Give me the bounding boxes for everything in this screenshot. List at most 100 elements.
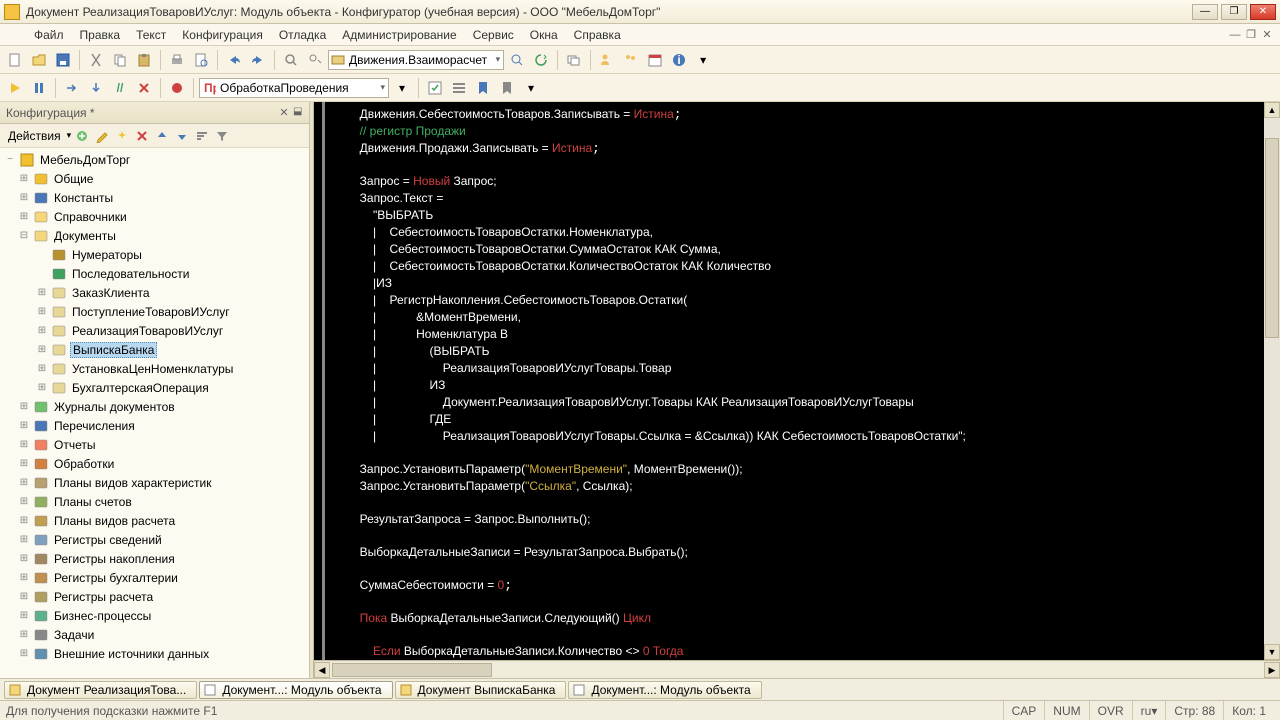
tree-item[interactable]: Последовательности [0, 264, 309, 283]
tree-filter-button[interactable] [213, 127, 231, 145]
tree-item[interactable]: ⊞Общие [0, 169, 309, 188]
tree-item[interactable]: ⊞Задачи [0, 625, 309, 644]
pause-debug-button[interactable] [28, 77, 50, 99]
tree-moveup-button[interactable] [153, 127, 171, 145]
calendar-button[interactable] [644, 49, 666, 71]
tree-item[interactable]: ⊞Внешние источники данных [0, 644, 309, 663]
tree-item[interactable]: ⊞ПоступлениеТоваровИУслуг [0, 302, 309, 321]
window-tab-1[interactable]: Документ РеализацияТова... [4, 681, 197, 699]
tree-item[interactable]: ⊞Регистры сведений [0, 530, 309, 549]
child-restore-button[interactable]: ❐ [1244, 28, 1258, 42]
sidebar-pin-button[interactable]: ⬓ [293, 106, 307, 120]
config-tree[interactable]: −МебельДомТорг⊞Общие⊞Константы⊞Справочни… [0, 148, 309, 678]
tree-edit-button[interactable] [93, 127, 111, 145]
menu-debug[interactable]: Отладка [271, 25, 334, 45]
new-file-button[interactable] [4, 49, 26, 71]
delete-breakpoint-button[interactable] [133, 77, 155, 99]
windows-button[interactable] [563, 49, 585, 71]
status-lang[interactable]: ru ▾ [1132, 701, 1166, 720]
tree-sort-button[interactable] [193, 127, 211, 145]
tree-item[interactable]: ⊞Планы видов расчета [0, 511, 309, 530]
tree-item[interactable]: ⊞УстановкаЦенНоменклатуры [0, 359, 309, 378]
tree-item[interactable]: ⊞Бизнес-процессы [0, 606, 309, 625]
hscroll-thumb[interactable] [332, 663, 492, 677]
scroll-up-arrow[interactable]: ▲ [1264, 102, 1280, 118]
bookmark-button[interactable] [472, 77, 494, 99]
window-tab-4[interactable]: Документ...: Модуль объекта [568, 681, 761, 699]
tree-item[interactable]: ⊞БухгалтерскаяОперация [0, 378, 309, 397]
step-into-button[interactable] [85, 77, 107, 99]
find-button[interactable] [280, 49, 302, 71]
editor-vscroll[interactable]: ▲ ▼ [1264, 102, 1280, 660]
tree-item[interactable]: ⊞ВыпискаБанка [0, 340, 309, 359]
scroll-down-arrow[interactable]: ▼ [1264, 644, 1280, 660]
editor-hscroll[interactable]: ◀ ▶ [314, 660, 1280, 678]
code-editor[interactable]: Движения.СебестоимостьТоваров.Записывать… [322, 102, 1280, 660]
print-preview-button[interactable] [190, 49, 212, 71]
vscroll-thumb[interactable] [1265, 138, 1279, 338]
menu-file[interactable]: Файл [26, 25, 72, 45]
toolbar-more-button[interactable]: ▾ [692, 49, 714, 71]
breakpoint-button[interactable] [166, 77, 188, 99]
tree-item[interactable]: ⊞ЗаказКлиента [0, 283, 309, 302]
open-file-button[interactable] [28, 49, 50, 71]
minimize-button[interactable]: — [1192, 4, 1218, 20]
window-tab-2[interactable]: Документ...: Модуль объекта [199, 681, 392, 699]
debug-toolbar-more-button[interactable]: ▾ [520, 77, 542, 99]
module-list-button[interactable] [448, 77, 470, 99]
copy-button[interactable] [109, 49, 131, 71]
step-over-button[interactable] [61, 77, 83, 99]
tree-item[interactable]: ⊞Регистры расчета [0, 587, 309, 606]
tree-movedown-button[interactable] [173, 127, 191, 145]
menu-windows[interactable]: Окна [522, 25, 566, 45]
cut-button[interactable] [85, 49, 107, 71]
tree-item[interactable]: ⊞Планы видов характеристик [0, 473, 309, 492]
conf-roles-button[interactable] [620, 49, 642, 71]
syntax-check-button[interactable] [424, 77, 446, 99]
redo-button[interactable] [247, 49, 269, 71]
paste-button[interactable] [133, 49, 155, 71]
tree-item[interactable]: ⊞Планы счетов [0, 492, 309, 511]
tree-wizard-button[interactable] [113, 127, 131, 145]
help-button[interactable]: i [668, 49, 690, 71]
conf-users-button[interactable] [596, 49, 618, 71]
tree-item[interactable]: ⊟Документы [0, 226, 309, 245]
object-selector-combo[interactable]: Движения.Взаиморасчет [328, 50, 504, 70]
window-tab-3[interactable]: Документ ВыпискаБанка [395, 681, 567, 699]
bookmark-next-button[interactable] [496, 77, 518, 99]
run-debug-button[interactable] [4, 77, 26, 99]
menu-help[interactable]: Справка [566, 25, 629, 45]
print-button[interactable] [166, 49, 188, 71]
menu-service[interactable]: Сервис [465, 25, 522, 45]
save-button[interactable] [52, 49, 74, 71]
tree-root[interactable]: −МебельДомТорг [0, 150, 309, 169]
scroll-left-arrow[interactable]: ◀ [314, 662, 330, 678]
menu-config[interactable]: Конфигурация [174, 25, 271, 45]
tree-item[interactable]: ⊞Регистры накопления [0, 549, 309, 568]
goto-button[interactable] [506, 49, 528, 71]
maximize-button[interactable]: ❐ [1221, 4, 1247, 20]
child-minimize-button[interactable]: — [1228, 28, 1242, 42]
sidebar-actions-menu[interactable]: Действия [4, 129, 65, 143]
tree-delete-button[interactable] [133, 127, 151, 145]
tree-item[interactable]: ⊞Регистры бухгалтерии [0, 568, 309, 587]
comment-button[interactable]: // [109, 77, 131, 99]
tree-item[interactable]: ⊞Обработки [0, 454, 309, 473]
sidebar-close-button[interactable]: ✕ [277, 106, 291, 120]
child-close-button[interactable]: ✕ [1260, 28, 1274, 42]
menu-admin[interactable]: Администрирование [334, 25, 464, 45]
tree-item[interactable]: ⊞Константы [0, 188, 309, 207]
scroll-right-arrow[interactable]: ▶ [1264, 662, 1280, 678]
app-menu-icon[interactable] [6, 28, 20, 42]
tree-item[interactable]: Нумераторы [0, 245, 309, 264]
close-button[interactable]: ✕ [1250, 4, 1276, 20]
tree-item[interactable]: ⊞Справочники [0, 207, 309, 226]
tree-add-button[interactable] [73, 127, 91, 145]
tree-item[interactable]: ⊞Журналы документов [0, 397, 309, 416]
tree-item[interactable]: ⊞Перечисления [0, 416, 309, 435]
procedure-selector-combo[interactable]: ПрОбработкаПроведения [199, 78, 389, 98]
toolbar2-more-button[interactable]: ▾ [391, 77, 413, 99]
tree-item[interactable]: ⊞Отчеты [0, 435, 309, 454]
tree-item[interactable]: ⊞РеализацияТоваровИУслуг [0, 321, 309, 340]
menu-text[interactable]: Текст [128, 25, 174, 45]
